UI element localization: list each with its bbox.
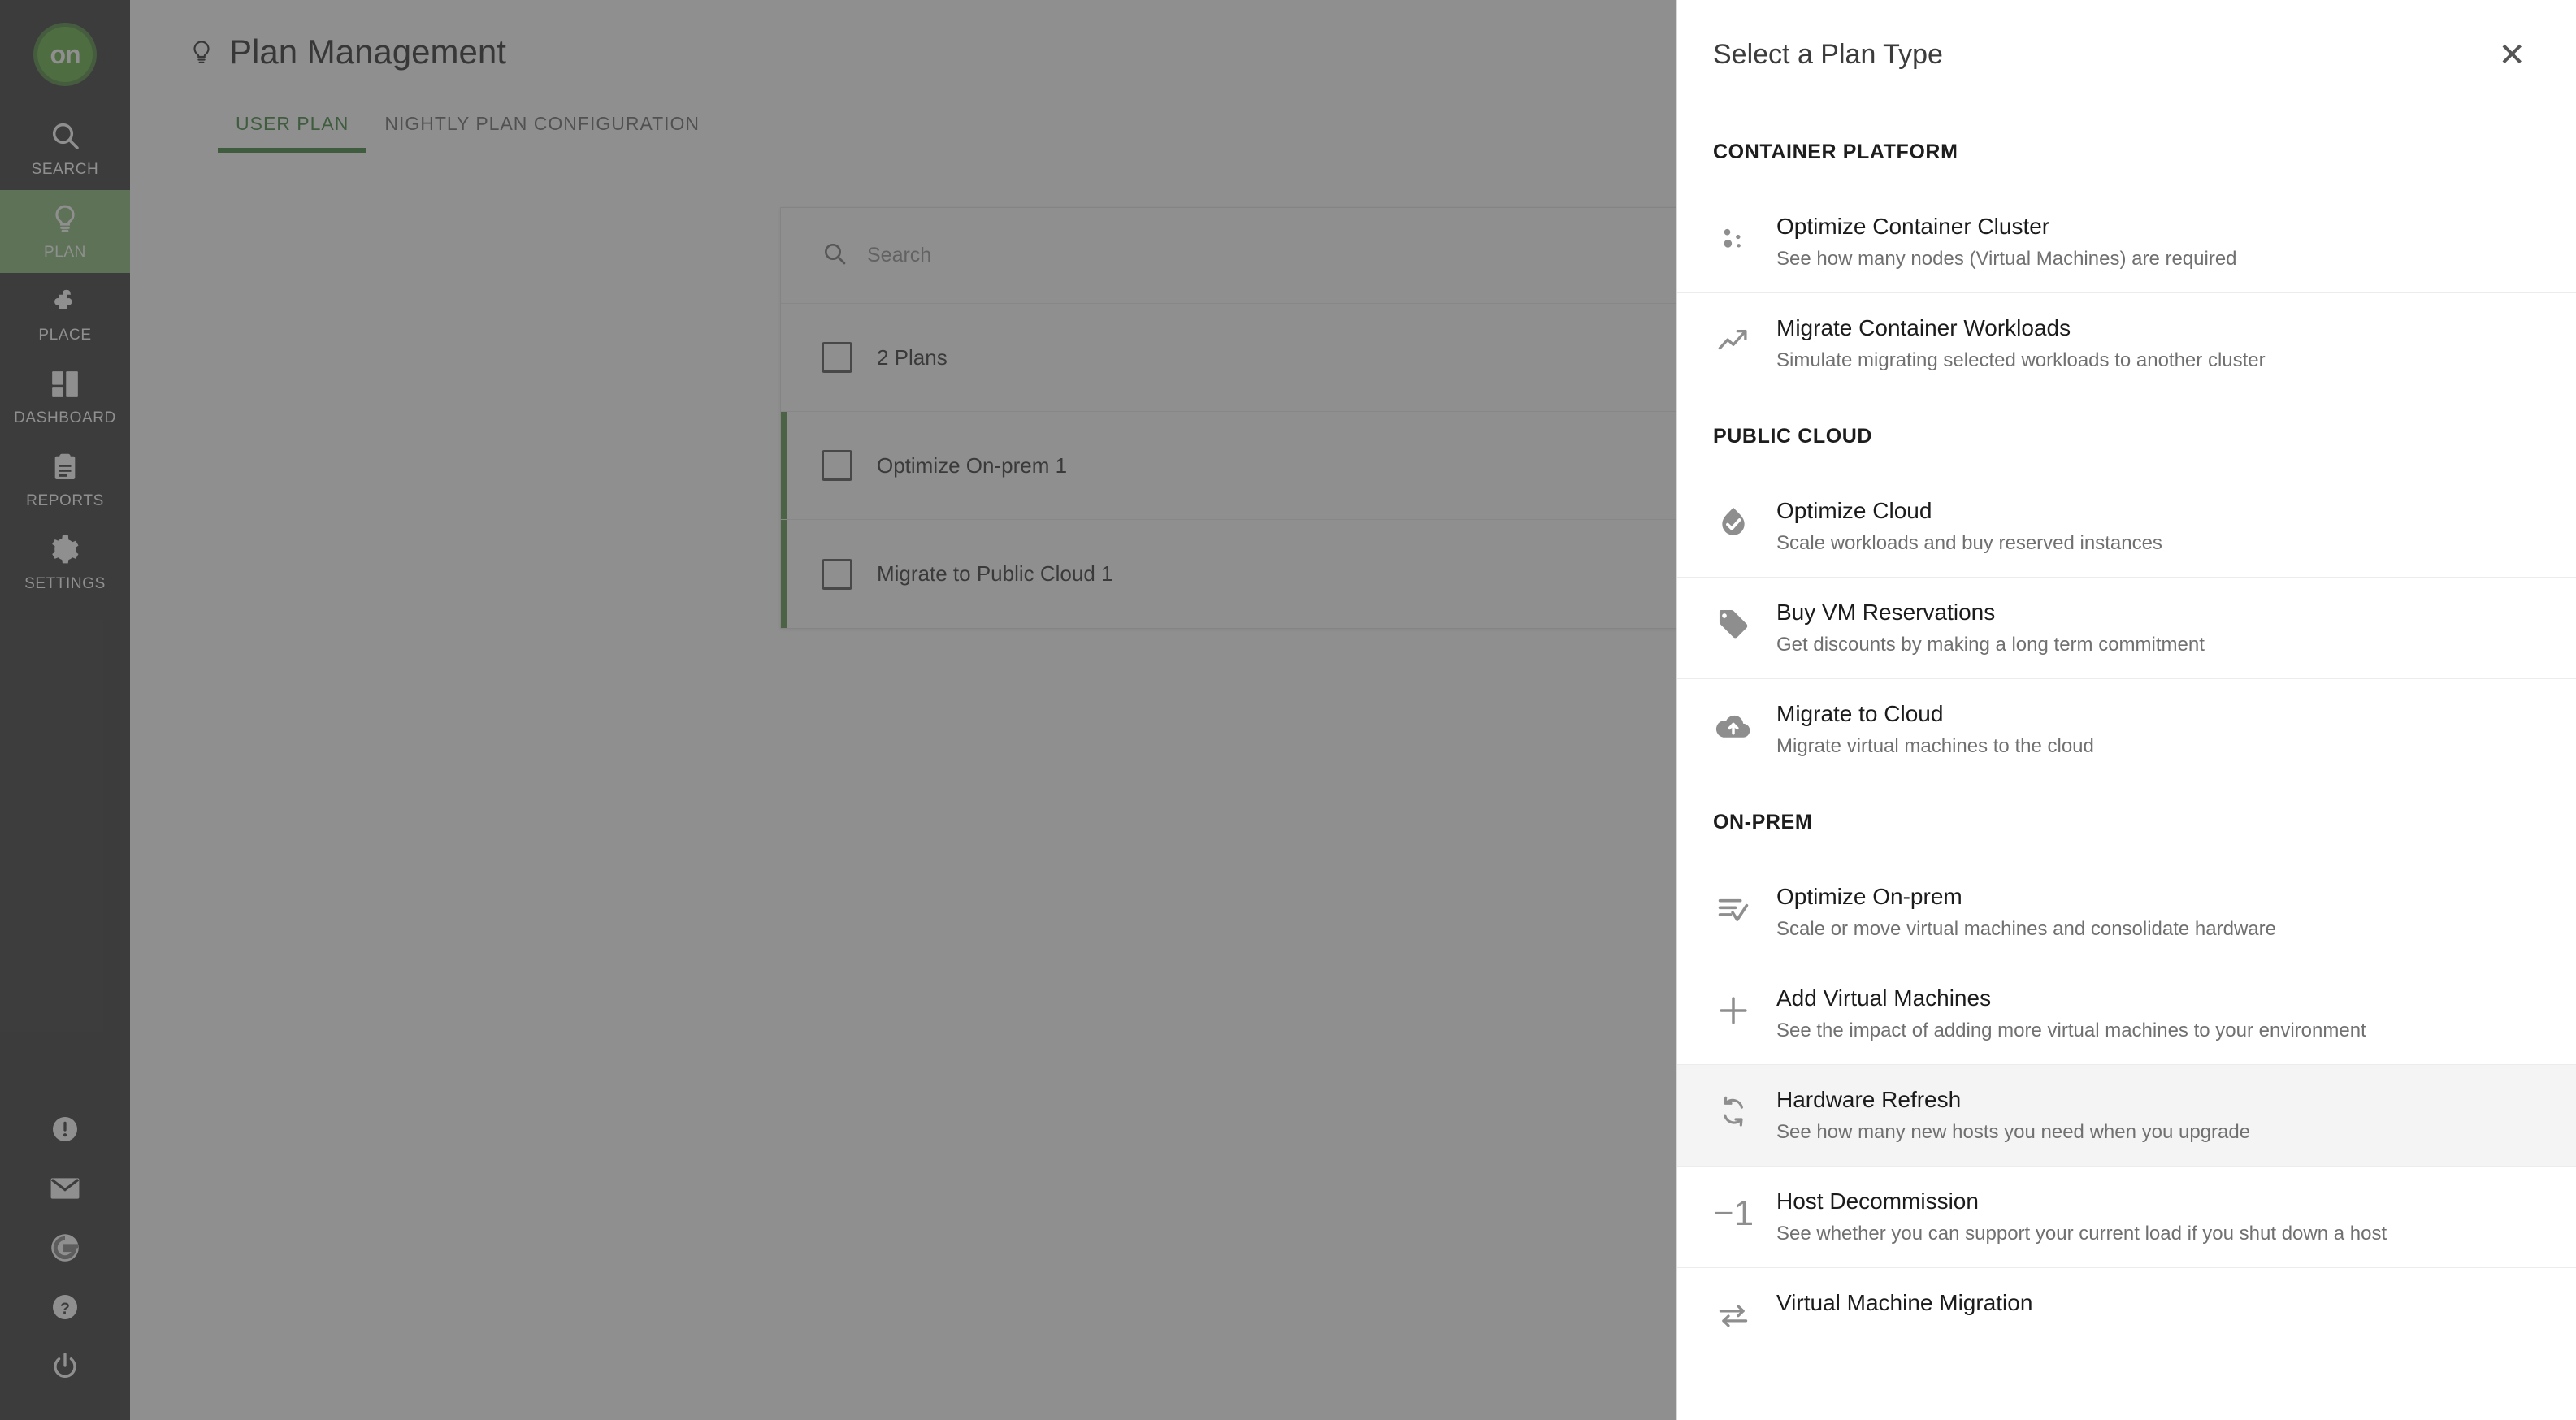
plan-type-description: Scale or move virtual machines and conso… — [1776, 918, 2276, 940]
plan-type-description: See how many nodes (Virtual Machines) ar… — [1776, 248, 2237, 270]
plan-type-optimize-on-prem[interactable]: Optimize On-prem Scale or move virtual m… — [1677, 862, 2576, 963]
plan-type-text: Add Virtual Machines See the impact of a… — [1776, 985, 2366, 1042]
group-heading-on-prem: ON-PREM — [1713, 811, 1813, 833]
plan-type-title: Migrate Container Workloads — [1776, 315, 2071, 340]
plus-icon — [1713, 985, 1754, 1031]
plan-type-text: Migrate to Cloud Migrate virtual machine… — [1776, 701, 2094, 758]
group-heading-container-platform: CONTAINER PLATFORM — [1713, 141, 1958, 163]
plan-type-virtual-machine-migration[interactable]: Virtual Machine Migration — [1677, 1267, 2576, 1357]
plan-type-buy-vm-reservations[interactable]: Buy VM Reservations Get discounts by mak… — [1677, 577, 2576, 678]
group-heading-public-cloud: PUBLIC CLOUD — [1713, 425, 1873, 448]
plan-type-description: Migrate virtual machines to the cloud — [1776, 735, 2094, 757]
modal-backdrop-overlay[interactable] — [0, 0, 1676, 1420]
plan-type-text: Virtual Machine Migration — [1776, 1290, 2032, 1324]
plan-type-description: See whether you can support your current… — [1776, 1223, 2387, 1245]
plan-type-title: Buy VM Reservations — [1776, 600, 1996, 625]
plan-type-text: Optimize Container Cluster See how many … — [1776, 214, 2237, 271]
app-root: on SEARCH PLAN — [0, 0, 2576, 1420]
check-badge-icon — [1713, 498, 1754, 543]
plan-type-hardware-refresh[interactable]: Hardware Refresh See how many new hosts … — [1677, 1064, 2576, 1166]
plan-type-description: See how many new hosts you need when you… — [1776, 1121, 2251, 1143]
minus-one-icon: −1 — [1713, 1188, 1754, 1234]
cluster-dots-icon — [1713, 214, 1754, 259]
plan-type-optimize-cloud[interactable]: Optimize Cloud Scale workloads and buy r… — [1677, 476, 2576, 577]
drawer-header: Select a Plan Type ✕ — [1677, 0, 2576, 110]
plan-type-text: Optimize On-prem Scale or move virtual m… — [1776, 884, 2276, 941]
plan-type-title: Optimize On-prem — [1776, 884, 1962, 909]
plan-type-description: See the impact of adding more virtual ma… — [1776, 1020, 2366, 1041]
plan-type-description: Scale workloads and buy reserved instanc… — [1776, 532, 2162, 554]
plan-type-description: Simulate migrating selected workloads to… — [1776, 349, 2266, 371]
price-tag-icon — [1713, 600, 1754, 645]
plan-type-migrate-to-cloud[interactable]: Migrate to Cloud Migrate virtual machine… — [1677, 678, 2576, 780]
minus-one-glyph: −1 — [1712, 1193, 1754, 1233]
drawer-title: Select a Plan Type — [1713, 39, 1943, 70]
trend-arrow-up-icon — [1713, 315, 1754, 361]
plan-type-host-decommission[interactable]: −1 Host Decommission See whether you can… — [1677, 1166, 2576, 1267]
plan-type-title: Optimize Container Cluster — [1776, 214, 2050, 239]
plan-type-drawer: Select a Plan Type ✕ CONTAINER PLATFORM … — [1676, 0, 2576, 1420]
plan-type-title: Host Decommission — [1776, 1188, 1979, 1214]
plan-type-title: Add Virtual Machines — [1776, 985, 1992, 1011]
plan-type-description: Get discounts by making a long term comm… — [1776, 634, 2205, 656]
list-check-icon — [1713, 884, 1754, 929]
vm-migration-icon — [1713, 1290, 1754, 1336]
plan-type-migrate-container-workloads[interactable]: Migrate Container Workloads Simulate mig… — [1677, 292, 2576, 394]
plan-type-add-virtual-machines[interactable]: Add Virtual Machines See the impact of a… — [1677, 963, 2576, 1064]
plan-type-optimize-container-cluster[interactable]: Optimize Container Cluster See how many … — [1677, 192, 2576, 292]
close-x-icon[interactable]: ✕ — [2498, 39, 2526, 71]
plan-type-title: Virtual Machine Migration — [1776, 1290, 2033, 1315]
refresh-cycle-icon — [1713, 1087, 1754, 1132]
plan-type-title: Hardware Refresh — [1776, 1087, 1962, 1112]
plan-type-title: Optimize Cloud — [1776, 498, 1932, 523]
cloud-upload-icon — [1713, 701, 1754, 747]
plan-type-title: Migrate to Cloud — [1776, 701, 1944, 726]
plan-type-text: Hardware Refresh See how many new hosts … — [1776, 1087, 2250, 1144]
plan-type-text: Host Decommission See whether you can su… — [1776, 1188, 2387, 1245]
plan-type-text: Migrate Container Workloads Simulate mig… — [1776, 315, 2266, 372]
plan-type-text: Buy VM Reservations Get discounts by mak… — [1776, 600, 2205, 656]
plan-type-text: Optimize Cloud Scale workloads and buy r… — [1776, 498, 2162, 555]
